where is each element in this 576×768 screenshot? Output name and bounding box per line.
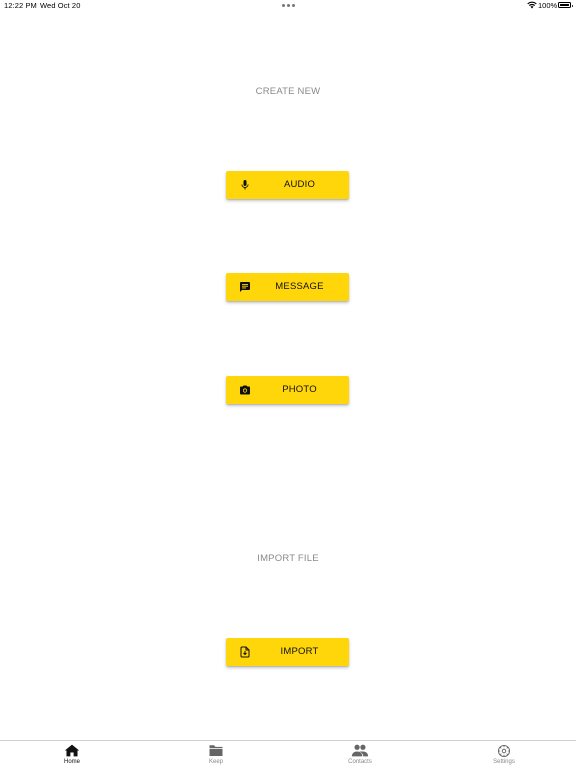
battery-icon (558, 2, 573, 8)
import-button-label: IMPORT (280, 646, 319, 657)
create-new-heading: CREATE NEW (255, 86, 321, 97)
tab-keep[interactable]: Keep (144, 741, 288, 768)
settings-icon (497, 744, 511, 758)
folder-icon (209, 745, 223, 757)
message-button[interactable]: MESSAGE (226, 273, 349, 301)
wifi-icon (527, 1, 537, 9)
multitask-dots-icon[interactable] (282, 4, 295, 7)
tab-home-label: Home (63, 759, 80, 765)
tab-settings[interactable]: Settings (432, 741, 576, 768)
app-root: 12:22 PM Wed Oct 20 100% CREATE NEW AUDI… (0, 0, 576, 768)
tab-contacts-label: Contacts (348, 759, 372, 765)
tab-bar: Home Keep Contacts Settings (0, 740, 576, 768)
battery-percent: 100% (538, 1, 558, 10)
import-button[interactable]: IMPORT (226, 638, 349, 666)
home-icon (64, 744, 80, 757)
status-bar: 12:22 PM Wed Oct 20 100% (0, 0, 576, 13)
audio-button[interactable]: AUDIO (226, 171, 349, 199)
import-file-heading: IMPORT FILE (257, 553, 319, 564)
audio-button-label: AUDIO (283, 179, 316, 190)
photo-button-label: PHOTO (282, 384, 317, 395)
status-date: Wed Oct 20 (40, 1, 81, 10)
tab-contacts[interactable]: Contacts (288, 741, 432, 768)
status-time: 12:22 PM (4, 1, 37, 10)
tab-settings-label: Settings (493, 759, 515, 765)
tab-keep-label: Keep (208, 759, 223, 765)
contacts-icon (351, 744, 369, 757)
photo-button[interactable]: PHOTO (226, 376, 349, 404)
message-button-label: MESSAGE (275, 281, 324, 292)
tab-home[interactable]: Home (0, 741, 144, 768)
